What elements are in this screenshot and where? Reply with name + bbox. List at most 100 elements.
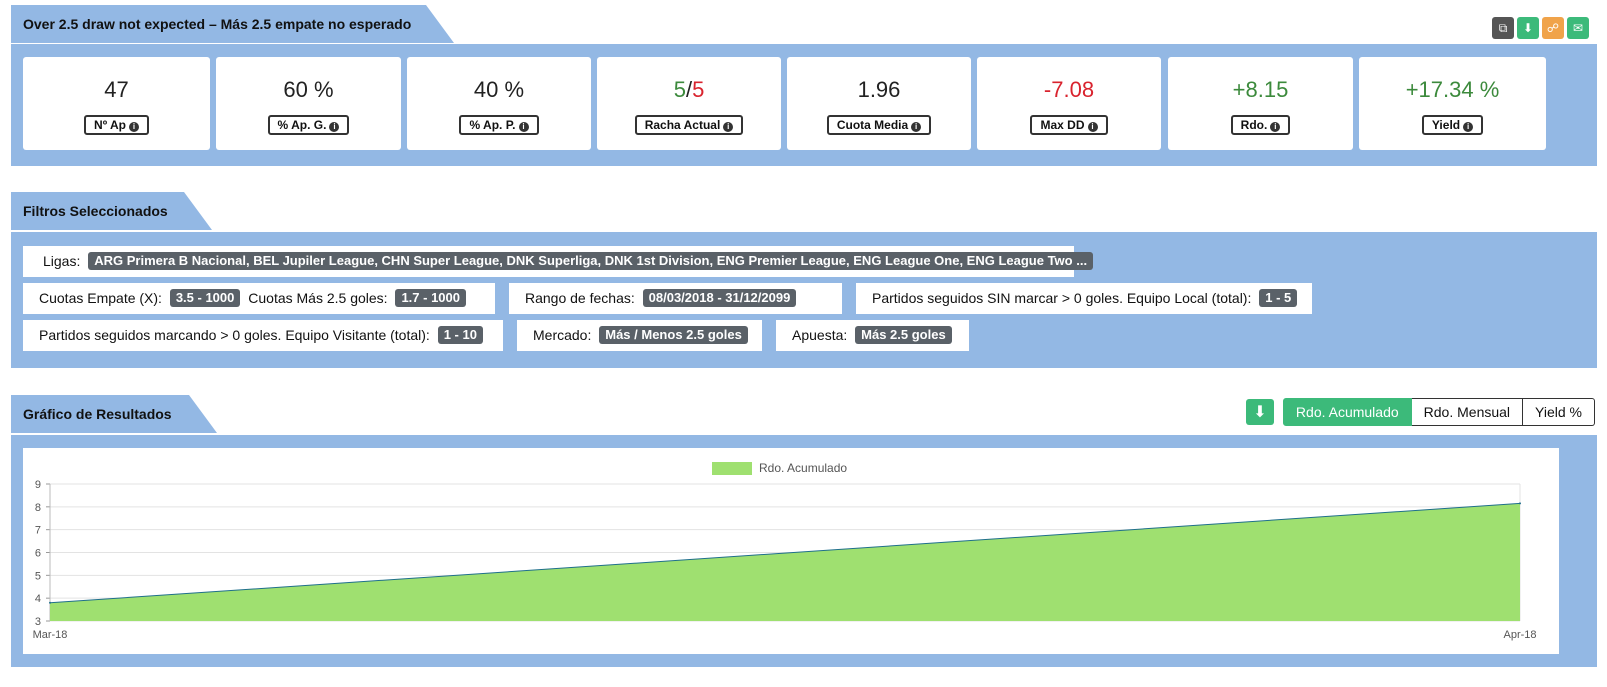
- stat-yield: +17.34 % Yield i: [1359, 57, 1546, 150]
- tab-yield[interactable]: Yield %: [1523, 398, 1595, 426]
- filter-apuesta: Apuesta: Más 2.5 goles: [776, 320, 969, 351]
- chart-controls: ⬇ Rdo. Acumulado Rdo. Mensual Yield %: [1245, 398, 1595, 426]
- download-icon[interactable]: ⬇: [1517, 17, 1539, 39]
- filter-label: Cuotas Más 2.5 goles:: [248, 290, 388, 306]
- y-tick-label: 3: [35, 616, 41, 628]
- chart-title-tab: Gráfico de Resultados: [11, 395, 217, 433]
- stat-value: 40 %: [473, 77, 525, 102]
- stat-ap-g: 60 % % Ap. G. i: [216, 57, 401, 150]
- result-chart: 3 4 5 6 7 8 9 Mar-18 Apr-18 Rdo. Acumulado: [33, 461, 1537, 641]
- racha-wins: 5: [673, 77, 686, 102]
- stat-cuota-media: 1.96 Cuota Media i: [787, 57, 971, 150]
- info-icon: i: [1087, 122, 1098, 132]
- series-area: [50, 503, 1520, 621]
- stat-label: % Ap. P.: [469, 118, 516, 132]
- info-icon: i: [518, 122, 529, 132]
- stat-label: Rdo.: [1240, 118, 1268, 132]
- filter-value-badge: 1.7 - 1000: [395, 289, 466, 307]
- system-summary: Over 2.5 draw not expected – Más 2.5 emp…: [11, 5, 1597, 166]
- info-icon: i: [911, 122, 922, 132]
- info-icon: i: [723, 122, 734, 132]
- stat-value: -7.08: [1043, 77, 1095, 102]
- filter-label: Rango de fechas:: [525, 290, 635, 306]
- chart-canvas: 3 4 5 6 7 8 9 Mar-18 Apr-18 Rdo. Acumulado: [23, 448, 1559, 654]
- stat-value: 47: [104, 77, 129, 102]
- filter-label: Partidos seguidos marcando > 0 goles. Eq…: [39, 327, 430, 343]
- filter-marcando: Partidos seguidos marcando > 0 goles. Eq…: [23, 320, 503, 351]
- stat-value: +17.34 %: [1405, 77, 1500, 102]
- filter-value-badge: Más 2.5 goles: [855, 326, 952, 344]
- stat-label-button[interactable]: Yield i: [1421, 115, 1484, 135]
- chart-download-button[interactable]: ⬇: [1245, 399, 1274, 425]
- stat-max-dd: -7.08 Max DD i: [977, 57, 1161, 150]
- stat-value: 60 %: [283, 77, 334, 102]
- chart-section: Gráfico de Resultados 3 4 5 6 7 8 9 Mar-18 Apr-1…: [11, 395, 1597, 667]
- stat-value: 5/5: [597, 75, 781, 105]
- share-icon[interactable]: ☍: [1542, 17, 1564, 39]
- filter-label: Mercado:: [533, 327, 592, 343]
- racha-losses: 5: [692, 77, 705, 102]
- stat-label: Racha Actual: [644, 118, 721, 132]
- stat-ap-p: 40 % % Ap. P. i: [407, 57, 591, 150]
- info-icon: i: [329, 122, 340, 132]
- stats-panel: 47 Nº Ap i 60 % % Ap. G. i 40 % % Ap. P. i …: [11, 44, 1597, 166]
- system-actions: ⧉ ⬇ ☍ ✉: [1492, 17, 1589, 39]
- y-tick-label: 8: [35, 502, 41, 514]
- stat-label-button[interactable]: Racha Actual i: [634, 115, 744, 135]
- data-point: [1519, 502, 1521, 505]
- stat-label: Max DD: [1040, 118, 1085, 132]
- info-icon: i: [1270, 122, 1281, 132]
- x-tick-label: Mar-18: [33, 629, 68, 641]
- stat-label-button[interactable]: Cuota Media i: [826, 115, 932, 135]
- legend-label: Rdo. Acumulado: [759, 461, 847, 475]
- filters-section: Filtros Seleccionados Ligas: ARG Primera…: [11, 192, 1597, 368]
- stat-label-button[interactable]: % Ap. P. i: [459, 115, 539, 135]
- filters-title: Filtros Seleccionados: [23, 203, 168, 219]
- data-point: [49, 601, 51, 604]
- filter-value-badge: Más / Menos 2.5 goles: [599, 326, 748, 344]
- stat-label: Nº Ap: [94, 118, 126, 132]
- stat-n-ap: 47 Nº Ap i: [23, 57, 210, 150]
- stat-label-button[interactable]: Nº Ap i: [84, 115, 149, 135]
- filter-sin-marcar: Partidos seguidos SIN marcar > 0 goles. …: [856, 283, 1312, 314]
- filters-panel: Ligas: ARG Primera B Nacional, BEL Jupil…: [11, 232, 1597, 368]
- stat-label-button[interactable]: Rdo. i: [1230, 115, 1291, 135]
- stat-label: Cuota Media: [836, 118, 909, 132]
- legend-swatch: [712, 462, 752, 475]
- y-tick-label: 9: [35, 479, 41, 491]
- filter-value-badge: ARG Primera B Nacional, BEL Jupiler Leag…: [88, 252, 1094, 270]
- filter-value-badge: 1 - 10: [437, 326, 483, 344]
- x-tick-label: Apr-18: [1503, 629, 1536, 641]
- download-icon: ⬇: [1253, 404, 1267, 421]
- info-icon: i: [1463, 122, 1474, 132]
- filter-value-badge: 08/03/2018 - 31/12/2099: [642, 289, 797, 307]
- system-title: Over 2.5 draw not expected – Más 2.5 emp…: [23, 16, 412, 32]
- copy-icon[interactable]: ⧉: [1492, 17, 1514, 39]
- stat-label-button[interactable]: Max DD i: [1030, 115, 1108, 135]
- y-tick-label: 7: [35, 525, 41, 537]
- filter-value-badge: 1 - 5: [1259, 289, 1298, 307]
- chart-section-title: Gráfico de Resultados: [23, 406, 172, 422]
- tab-rdo-acumulado[interactable]: Rdo. Acumulado: [1282, 398, 1412, 426]
- stat-racha-actual: 5/5 Racha Actual i: [597, 57, 781, 150]
- filter-fechas: Rango de fechas: 08/03/2018 - 31/12/2099: [509, 283, 842, 314]
- tab-rdo-mensual[interactable]: Rdo. Mensual: [1411, 398, 1524, 426]
- stat-rdo: +8.15 Rdo. i: [1168, 57, 1353, 150]
- filter-label: Apuesta:: [792, 327, 848, 343]
- system-title-tab: Over 2.5 draw not expected – Más 2.5 emp…: [11, 5, 454, 43]
- y-tick-label: 4: [35, 593, 41, 605]
- filter-label: Partidos seguidos SIN marcar > 0 goles. …: [872, 290, 1252, 306]
- stat-label: Yield: [1431, 118, 1461, 132]
- stat-value: +8.15: [1232, 77, 1289, 102]
- stat-label-button[interactable]: % Ap. G. i: [267, 115, 350, 135]
- stat-value: 1.96: [857, 77, 901, 102]
- stat-label: % Ap. G.: [277, 118, 327, 132]
- y-tick-label: 5: [35, 570, 41, 582]
- info-icon: i: [128, 122, 139, 132]
- filter-cuotas: Cuotas Empate (X): 3.5 - 1000 Cuotas Más…: [23, 283, 495, 314]
- mail-icon[interactable]: ✉: [1567, 17, 1589, 39]
- filter-value-badge: 3.5 - 1000: [169, 289, 241, 307]
- filter-label: Cuotas Empate (X):: [39, 290, 162, 306]
- filters-title-tab: Filtros Seleccionados: [11, 192, 212, 230]
- filter-mercado: Mercado: Más / Menos 2.5 goles: [517, 320, 762, 351]
